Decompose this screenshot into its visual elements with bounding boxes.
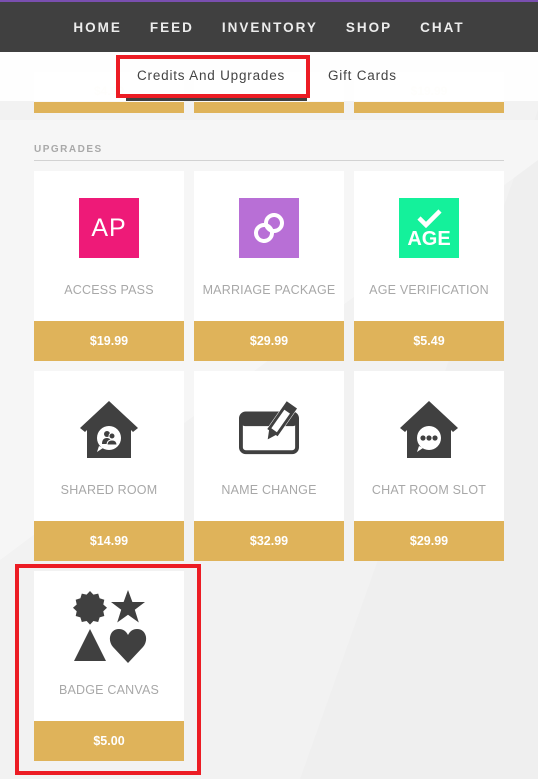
house-chat-icon <box>399 398 459 458</box>
buy-button[interactable]: $5.00 <box>34 721 184 761</box>
main-nav: HOME FEED INVENTORY SHOP CHAT <box>0 2 538 52</box>
age-check-icon: AGE <box>399 198 459 258</box>
house-people-icon <box>79 398 139 458</box>
upgrade-name: SHARED ROOM <box>60 483 158 497</box>
nav-inventory[interactable]: INVENTORY <box>208 20 332 35</box>
badge-shapes-icon <box>72 589 148 665</box>
buy-button[interactable]: $29.99 <box>354 521 504 561</box>
access-pass-icon-text: AP <box>91 213 127 242</box>
access-pass-icon: AP <box>79 198 139 258</box>
heart-shape <box>109 629 147 663</box>
upgrade-name: BADGE CANVAS <box>58 683 160 697</box>
upgrade-card-shared-room[interactable]: SHARED ROOM $14.99 <box>34 371 184 561</box>
age-icon-text: AGE <box>407 227 451 250</box>
section-title-upgrades: UPGRADES <box>34 144 103 155</box>
upgrade-card-marriage-package[interactable]: MARRIAGE PACKAGE $29.99 <box>194 171 344 361</box>
seal-shape <box>73 591 107 625</box>
upgrade-card-access-pass[interactable]: AP ACCESS PASS $19.99 <box>34 171 184 361</box>
checkmark-icon <box>417 208 442 228</box>
shop-subnav: Credits And Upgrades Gift Cards <box>0 52 538 101</box>
upgrade-card-badge-canvas[interactable]: BADGE CANVAS $5.00 <box>34 571 184 761</box>
buy-button[interactable]: $29.99 <box>194 321 344 361</box>
credit-price-bar <box>354 102 504 113</box>
upgrade-name: NAME CHANGE <box>221 483 317 497</box>
buy-button[interactable]: $5.49 <box>354 321 504 361</box>
nav-chat[interactable]: CHAT <box>406 20 479 35</box>
upgrade-name: AGE VERIFICATION <box>369 283 489 297</box>
nav-feed[interactable]: FEED <box>136 20 208 35</box>
tab-credits-and-upgrades[interactable]: Credits And Upgrades <box>137 68 285 83</box>
rings-icon <box>239 198 299 258</box>
tab-gift-cards[interactable]: Gift Cards <box>328 68 397 83</box>
buy-button[interactable]: $32.99 <box>194 521 344 561</box>
credit-price-bar <box>194 102 344 113</box>
section-divider <box>34 160 504 161</box>
buy-button[interactable]: $19.99 <box>34 321 184 361</box>
nav-home[interactable]: HOME <box>59 20 136 35</box>
triangle-shape <box>74 629 106 661</box>
upgrade-card-chat-room-slot[interactable]: CHAT ROOM SLOT $29.99 <box>354 371 504 561</box>
buy-button[interactable]: $14.99 <box>34 521 184 561</box>
upgrade-card-age-verification[interactable]: AGE AGE VERIFICATION $5.49 <box>354 171 504 361</box>
credit-price-bar <box>34 102 184 113</box>
upgrade-card-name-change[interactable]: NAME CHANGE $32.99 <box>194 371 344 561</box>
pencil-card-icon <box>239 398 299 458</box>
active-tab-indicator <box>126 98 307 101</box>
upgrade-name: CHAT ROOM SLOT <box>371 483 487 497</box>
upgrade-name: MARRIAGE PACKAGE <box>202 283 336 297</box>
upgrade-name: ACCESS PASS <box>64 283 154 297</box>
nav-shop[interactable]: SHOP <box>332 20 406 35</box>
star-shape <box>111 590 145 623</box>
